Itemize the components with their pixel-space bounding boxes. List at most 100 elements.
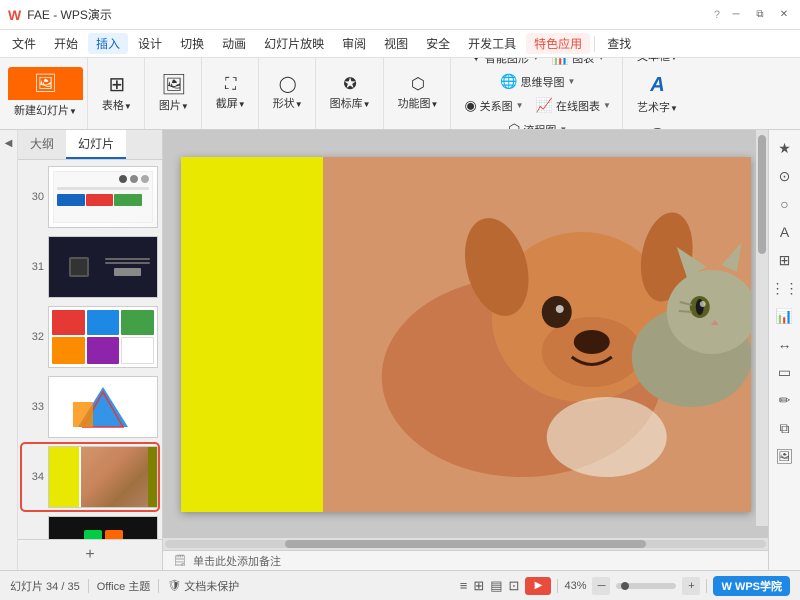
slide-panel: 大纲 幻灯片 30	[18, 130, 163, 570]
flowchart-button[interactable]: ⬡流程图▼	[503, 119, 572, 130]
view-browse-icon[interactable]: ⊡	[509, 578, 520, 594]
picture-button[interactable]: 🖼 图片▼	[153, 72, 195, 116]
vertical-scrollbar[interactable]	[756, 130, 768, 526]
canvas-footer[interactable]: 🗒 单击此处添加备注	[163, 550, 768, 570]
slide-number-34: 34	[24, 471, 44, 483]
menu-view[interactable]: 视图	[376, 33, 416, 54]
smart-row-2: 🌐思维导图▼	[495, 71, 580, 92]
status-bar: 幻灯片 34 / 35 Office 主题 🛡 文档未保护 ≡ ⊞ ▤ ⊡ ▶ …	[0, 570, 800, 600]
restore-button[interactable]: ⧉	[752, 7, 768, 23]
shape-button[interactable]: ◯ 形状▼	[267, 74, 309, 114]
add-slide-button[interactable]: +	[18, 539, 162, 570]
arttext-button[interactable]: A 艺术字▼	[631, 71, 684, 118]
sidebar-toggle[interactable]: ◀	[0, 130, 18, 570]
shape-icon: ◯	[279, 77, 297, 93]
function-label: 功能图▼	[398, 95, 439, 111]
menu-devtools[interactable]: 开发工具	[460, 33, 524, 54]
close-button[interactable]: ✕	[776, 7, 792, 23]
table-icon: ⊞	[109, 75, 126, 95]
menu-special[interactable]: 特色应用	[526, 33, 590, 54]
slide-thumb-34	[48, 446, 158, 508]
slide-number-30: 30	[24, 191, 44, 203]
wps-logo: W	[8, 7, 21, 23]
slide-mini-33	[49, 377, 157, 437]
menu-slideshow[interactable]: 幻灯片放映	[256, 33, 332, 54]
online-chart-button[interactable]: 📈在线图表▼	[531, 95, 616, 116]
zoom-slider[interactable]	[616, 583, 676, 589]
table-button[interactable]: ⊞ 表格▼	[96, 72, 138, 116]
screenshot-label: 截屏▼	[216, 95, 246, 111]
right-btn-image[interactable]: 🖼	[773, 444, 797, 468]
right-btn-layer[interactable]: ⧉	[773, 416, 797, 440]
menu-review[interactable]: 审阅	[334, 33, 374, 54]
right-btn-text[interactable]: A	[773, 220, 797, 244]
footer-text: 单击此处添加备注	[193, 553, 281, 569]
screenshot-button[interactable]: ⛶ 截屏▼	[210, 74, 252, 114]
slide-item-35[interactable]: 35	[22, 514, 158, 539]
right-btn-table[interactable]: ⊞	[773, 248, 797, 272]
symbol-button[interactable]: Ω 符号	[640, 122, 674, 130]
ribbon-group-screenshot: ⛶ 截屏▼	[204, 58, 259, 129]
slide-number-31: 31	[24, 261, 44, 273]
view-outline-icon[interactable]: ▤	[490, 578, 502, 594]
main-area: ◀ 大纲 幻灯片 30	[0, 130, 800, 570]
menu-insert[interactable]: 插入	[88, 33, 128, 54]
menu-design[interactable]: 设计	[130, 33, 170, 54]
slide-item-34[interactable]: 34	[22, 444, 158, 510]
picture-label: 图片▼	[159, 97, 189, 113]
new-slide-button[interactable]: 🖼 新建幻灯片▼	[8, 67, 83, 120]
menu-animation[interactable]: 动画	[214, 33, 254, 54]
zoom-out-button[interactable]: ─	[592, 577, 610, 595]
outline-tab[interactable]: 大纲	[18, 130, 66, 159]
right-btn-grid[interactable]: ⋮⋮	[773, 276, 797, 300]
textbox-button[interactable]: A 文本框▼	[631, 58, 684, 67]
wps-academy-badge[interactable]: W WPS学院	[713, 576, 790, 596]
right-btn-shape[interactable]: ○	[773, 192, 797, 216]
smart-shape-button[interactable]: ✦智能图形▼	[465, 58, 545, 68]
slides-tab[interactable]: 幻灯片	[66, 130, 126, 159]
canvas-wrapper	[163, 130, 768, 538]
iconlib-button[interactable]: ✪ 图标库▼	[324, 74, 377, 114]
chart-button[interactable]: 📊图表▼	[547, 58, 610, 68]
right-btn-rect[interactable]: ▭	[773, 360, 797, 384]
horizontal-scrollbar[interactable]	[163, 538, 768, 550]
zoom-in-button[interactable]: +	[682, 577, 700, 595]
right-btn-chart[interactable]: 📊	[773, 304, 797, 328]
smart-row-3: ◉关系图▼ 📈在线图表▼	[459, 95, 616, 116]
animals-image	[323, 157, 751, 512]
status-sep-1	[88, 579, 89, 593]
help-icon[interactable]: ?	[714, 9, 720, 21]
menu-search[interactable]: 查找	[599, 33, 639, 54]
right-btn-arrow[interactable]: ↔	[773, 332, 797, 356]
status-left: 幻灯片 34 / 35 Office 主题 🛡 文档未保护	[10, 578, 452, 594]
mindmap-button[interactable]: 🌐思维导图▼	[495, 71, 580, 92]
slide-item-33[interactable]: 33	[22, 374, 158, 440]
menu-start[interactable]: 开始	[46, 33, 86, 54]
ribbon-group-shape: ◯ 形状▼	[261, 58, 316, 129]
play-button[interactable]: ▶	[525, 577, 551, 595]
arttext-icon: A	[650, 74, 664, 97]
new-slide-label: 新建幻灯片▼	[8, 100, 83, 120]
title-bar-left: W FAE - WPS演示	[8, 6, 714, 23]
zoom-level: 43%	[564, 580, 586, 592]
smart-shape-icon: ✦	[470, 58, 482, 66]
menu-transition[interactable]: 切换	[172, 33, 212, 54]
shield-icon: 🛡	[167, 579, 181, 592]
right-btn-copy[interactable]: ⊙	[773, 164, 797, 188]
view-grid-icon[interactable]: ⊞	[473, 578, 484, 594]
function-button[interactable]: ⬡ 功能图▼	[392, 74, 445, 114]
right-btn-edit[interactable]: ✏	[773, 388, 797, 412]
slide-item-30[interactable]: 30	[22, 164, 158, 230]
slide-number-32: 32	[24, 331, 44, 343]
minimize-button[interactable]: ─	[728, 7, 744, 23]
title-bar-controls: ? ─ ⧉ ✕	[714, 7, 792, 23]
ribbon-group-smart: ✦智能图形▼ 📊图表▼ 🌐思维导图▼ ◉关系图▼ 📈在线图表▼ ⬡流程图▼	[453, 58, 623, 129]
right-btn-star[interactable]: ★	[773, 136, 797, 160]
status-sep-4	[706, 579, 707, 593]
menu-file[interactable]: 文件	[4, 33, 44, 54]
slide-item-31[interactable]: 31	[22, 234, 158, 300]
view-normal-icon[interactable]: ≡	[460, 578, 468, 593]
relation-button[interactable]: ◉关系图▼	[459, 95, 528, 116]
menu-security[interactable]: 安全	[418, 33, 458, 54]
slide-item-32[interactable]: 32	[22, 304, 158, 370]
